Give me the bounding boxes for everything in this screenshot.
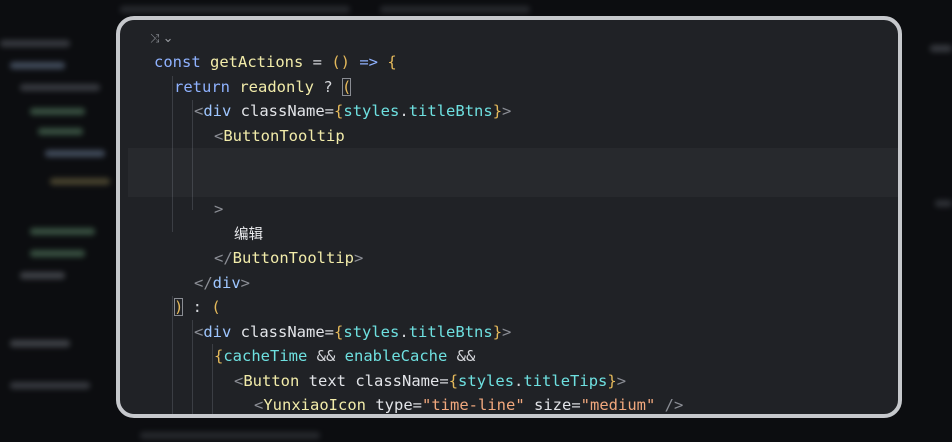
code-token: text (308, 371, 356, 390)
code-token: && (307, 347, 345, 365)
code-token: return (174, 77, 240, 96)
code-token: < (194, 322, 204, 341)
code-token: } (607, 371, 617, 390)
code-token: titleBtns (408, 102, 493, 120)
code-token: 编辑 (234, 226, 263, 243)
code-lines[interactable]: const getActions = () => {return readonl… (120, 50, 898, 419)
code-token: > (214, 200, 224, 218)
code-line[interactable]: <Button text className={styles.titleTips… (120, 369, 898, 394)
code-line[interactable]: return readonly ? ( (120, 75, 898, 100)
code-line[interactable] (120, 148, 898, 173)
code-line[interactable]: <div className={styles.titleBtns}> (120, 99, 898, 124)
code-token: . (399, 322, 409, 341)
code-token: > (240, 273, 251, 292)
code-token: div (212, 273, 241, 292)
code-token: styles (343, 322, 400, 341)
code-token: } (492, 102, 503, 120)
code-editor-panel: ⤨ ⌄ const getActions = () => {return rea… (116, 16, 902, 418)
code-token: </ (194, 273, 213, 292)
code-token: . (399, 102, 409, 120)
code-token: > (354, 249, 364, 267)
code-token: ? (313, 77, 342, 96)
code-token: /> (655, 396, 684, 414)
code-token: = (439, 371, 449, 390)
wrap-lines-icon[interactable]: ⤨ (150, 31, 160, 46)
code-line[interactable]: <ButtonTooltip (120, 124, 898, 149)
code-token: className (240, 322, 325, 341)
code-line[interactable]: <div className={styles.titleBtns}> (120, 320, 898, 345)
code-token: titleTips (523, 371, 608, 390)
code-token: < (194, 102, 204, 120)
code-token: styles (343, 102, 400, 120)
code-token: styles (458, 371, 515, 390)
code-token: className (355, 371, 440, 390)
code-token: readonly (239, 77, 314, 96)
code-line[interactable]: 系统暂存于{formatDate(cacheTime)} (120, 418, 898, 419)
code-token: Button (243, 371, 309, 390)
code-token: "medium" (580, 396, 656, 414)
code-token: titleBtns (408, 322, 493, 341)
code-token: > (502, 102, 512, 120)
code-token: { (214, 347, 224, 365)
code-token: = (571, 396, 581, 414)
code-token: () (331, 53, 350, 71)
code-line[interactable]: > (120, 197, 898, 222)
code-token: ) (174, 298, 184, 316)
code-line[interactable] (120, 173, 898, 198)
code-token: ( (211, 298, 221, 316)
code-token: => (350, 53, 388, 71)
code-token: enableCache (344, 347, 448, 365)
code-token: > (502, 322, 512, 341)
editor-header: ⤨ ⌄ (150, 28, 174, 48)
code-line[interactable]: 编辑 (120, 222, 898, 247)
code-token: div (203, 322, 241, 341)
code-token: > (616, 371, 627, 390)
code-token: </ (214, 249, 233, 267)
code-line[interactable]: </div> (120, 271, 898, 296)
code-token: type (375, 396, 413, 414)
code-line[interactable]: <YunxiaoIcon type="time-line" size="medi… (120, 393, 898, 414)
code-token: < (214, 126, 224, 145)
code-token: = (412, 396, 422, 414)
code-line[interactable]: {cacheTime && enableCache && (120, 344, 898, 369)
code-token: < (254, 396, 264, 414)
code-token: ( (341, 77, 352, 96)
code-token: = (324, 322, 335, 341)
chevron-down-icon[interactable]: ⌄ (163, 31, 174, 46)
code-token: const (154, 53, 210, 71)
code-token: div (203, 102, 241, 120)
code-token: className (240, 102, 325, 120)
code-line[interactable]: const getActions = () => { (120, 50, 898, 75)
code-token: { (334, 322, 344, 341)
code-token: YunxiaoIcon (263, 396, 376, 414)
code-token: = (324, 102, 335, 120)
code-token: size (524, 396, 572, 414)
code-line[interactable]: ) : ( (120, 295, 898, 320)
code-token: && (447, 347, 476, 365)
code-token: cacheTime (223, 347, 308, 365)
code-line[interactable]: </ButtonTooltip> (120, 246, 898, 271)
code-token: < (234, 371, 244, 390)
code-token: : (183, 298, 212, 316)
code-token: { (448, 371, 459, 390)
code-token: "time-line" (422, 396, 525, 414)
code-token: = (303, 53, 332, 71)
code-token: ButtonTooltip (232, 249, 354, 267)
code-token: ButtonTooltip (223, 126, 345, 145)
code-token: getActions (210, 53, 304, 71)
code-token: . (514, 371, 524, 390)
code-token: { (334, 102, 344, 120)
code-token: } (492, 322, 503, 341)
code-token: { (387, 53, 397, 71)
